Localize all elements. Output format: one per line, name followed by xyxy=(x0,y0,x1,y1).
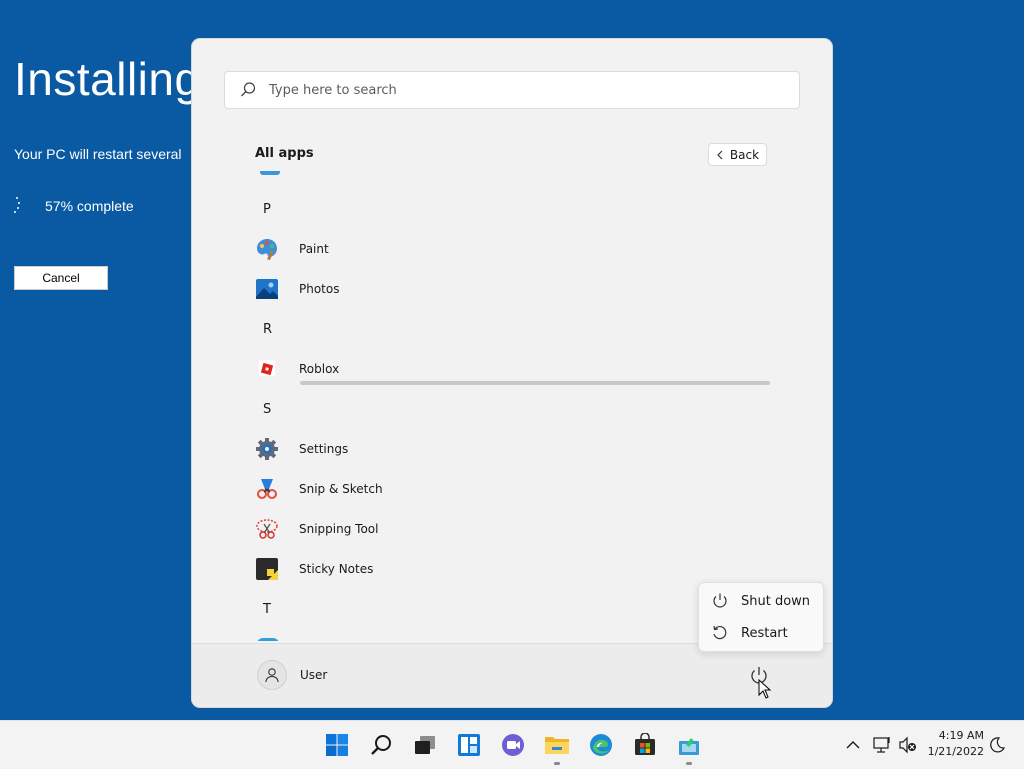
volume-muted-icon[interactable] xyxy=(898,721,918,769)
partial-app-icon xyxy=(257,638,279,641)
app-item-snipping-tool[interactable]: Snipping Tool xyxy=(255,509,378,549)
restart-icon xyxy=(713,625,727,640)
search-input[interactable] xyxy=(267,81,771,99)
app-item-photos[interactable]: Photos xyxy=(255,269,339,309)
partial-app-icon xyxy=(260,171,280,175)
widgets-icon[interactable] xyxy=(453,729,485,761)
store-icon[interactable] xyxy=(629,729,661,761)
file-explorer-icon[interactable] xyxy=(541,729,573,765)
clock[interactable]: 4:19 AM 1/21/2022 xyxy=(918,728,984,760)
network-icon[interactable] xyxy=(872,721,892,769)
avatar xyxy=(257,660,287,690)
snip-sketch-icon xyxy=(255,477,279,501)
settings-gear-icon xyxy=(255,437,279,461)
start-footer: User xyxy=(192,643,832,707)
shutdown-menu-item[interactable]: Shut down xyxy=(711,587,810,615)
start-menu: All apps Back P Paint Photos R Roblox xyxy=(192,39,832,707)
windows-start-icon[interactable] xyxy=(321,729,353,761)
spinner-icon xyxy=(14,197,22,215)
cancel-button[interactable]: Cancel xyxy=(14,266,108,290)
edge-icon[interactable] xyxy=(585,729,617,761)
letter-header-p[interactable]: P xyxy=(255,189,271,229)
chat-icon[interactable] xyxy=(497,729,529,761)
snipping-tool-icon xyxy=(255,517,279,541)
power-menu: Shut down Restart xyxy=(698,582,824,652)
progress-text: 57% complete xyxy=(45,198,134,214)
user-icon xyxy=(265,668,279,683)
user-name: User xyxy=(300,668,328,682)
horizontal-scrollbar[interactable] xyxy=(300,381,770,385)
setup-icon[interactable] xyxy=(673,729,705,765)
tray-overflow-chevron-icon[interactable] xyxy=(846,721,860,769)
sticky-notes-icon xyxy=(255,557,279,581)
app-item-snip-sketch[interactable]: Snip & Sketch xyxy=(255,469,383,509)
installer-progress: 57% complete xyxy=(14,197,134,215)
letter-header-s[interactable]: S xyxy=(255,389,271,429)
installer-title: Installing xyxy=(14,53,201,105)
app-item-settings[interactable]: Settings xyxy=(255,429,348,469)
chevron-left-icon xyxy=(717,150,723,159)
paint-icon xyxy=(255,237,279,261)
search-icon[interactable] xyxy=(365,729,397,761)
clock-date: 1/21/2022 xyxy=(927,745,984,758)
app-list: P Paint Photos R Roblox S Settings Snip … xyxy=(192,171,832,641)
power-icon xyxy=(713,593,727,608)
all-apps-title: All apps xyxy=(255,146,314,161)
task-view-icon[interactable] xyxy=(409,729,441,761)
photos-icon xyxy=(255,277,279,301)
user-account-button[interactable]: User xyxy=(257,660,327,690)
restart-menu-item[interactable]: Restart xyxy=(711,619,788,647)
search-box[interactable] xyxy=(224,71,800,109)
roblox-icon xyxy=(255,357,279,381)
app-item-sticky-notes[interactable]: Sticky Notes xyxy=(255,549,373,589)
back-label: Back xyxy=(729,147,760,162)
taskbar: 4:19 AM 1/21/2022 xyxy=(0,720,1024,769)
search-icon xyxy=(241,82,256,97)
back-button[interactable]: Back xyxy=(708,143,767,166)
letter-header-t[interactable]: T xyxy=(255,589,271,629)
app-item-paint[interactable]: Paint xyxy=(255,229,329,269)
focus-assist-moon-icon[interactable] xyxy=(988,721,1006,769)
clock-time: 4:19 AM xyxy=(938,729,984,742)
installer-subtitle: Your PC will restart several xyxy=(14,146,182,162)
letter-header-r[interactable]: R xyxy=(255,309,272,349)
mouse-cursor-icon xyxy=(758,679,772,699)
